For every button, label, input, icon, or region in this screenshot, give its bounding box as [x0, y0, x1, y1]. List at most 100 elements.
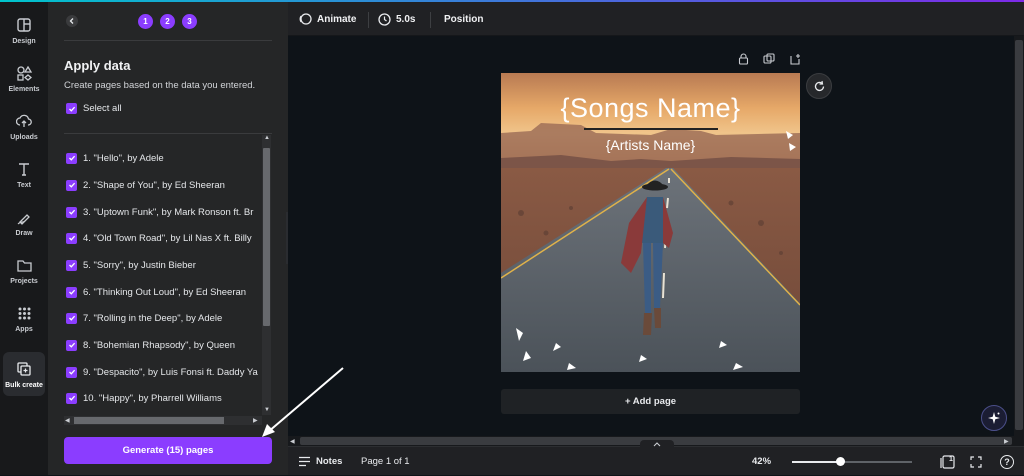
list-item[interactable]: 7. "Rolling in the Deep", by Adele: [66, 311, 262, 325]
fullscreen-icon: [970, 455, 982, 468]
position-button[interactable]: Position: [444, 2, 483, 36]
list-item-label: 7. "Rolling in the Deep", by Adele: [83, 312, 223, 324]
list-item-label: 9. "Despacito", by Luis Fonsi ft. Daddy …: [83, 366, 258, 378]
folder-icon: [14, 255, 34, 275]
checkbox-checked-icon: [66, 259, 77, 271]
animate-label: Animate: [317, 13, 357, 25]
checkbox-checked-icon: [66, 103, 77, 114]
position-label: Position: [444, 13, 484, 25]
animate-button[interactable]: Animate: [298, 2, 356, 36]
scroll-down-arrow-icon[interactable]: ▼: [264, 407, 270, 413]
list-item[interactable]: 1. "Hello", by Adele: [66, 151, 262, 165]
checkbox-checked-icon: [66, 392, 77, 404]
pages-count-icon: [940, 454, 955, 469]
step-1[interactable]: 1: [138, 14, 153, 29]
back-button[interactable]: [64, 13, 80, 29]
grid-icon: [14, 303, 34, 323]
songs-name-placeholder[interactable]: {Songs Name}: [501, 93, 800, 124]
notes-button[interactable]: Notes: [298, 447, 342, 476]
select-all-checkbox[interactable]: Select all: [66, 103, 122, 114]
duration-label: 5.0s: [396, 13, 416, 25]
layout-icon: [14, 15, 34, 35]
list-item-label: 10. "Happy", by Pharrell Williams: [83, 392, 222, 404]
animate-icon: [299, 13, 312, 25]
chevron-left-icon: [66, 15, 78, 27]
list-item[interactable]: 6. "Thinking Out Loud", by Ed Sheeran: [66, 285, 262, 299]
list-vertical-scroll-thumb[interactable]: [263, 148, 270, 326]
rail-item-design[interactable]: Design: [0, 8, 48, 52]
notes-label: Notes: [316, 456, 343, 467]
checkbox-checked-icon: [66, 152, 77, 164]
checkbox-checked-icon: [66, 232, 77, 244]
rail-item-draw[interactable]: Draw: [0, 200, 48, 244]
scroll-left-arrow-icon[interactable]: ◀: [290, 438, 295, 445]
scroll-right-arrow-icon[interactable]: ▶: [253, 417, 258, 424]
lock-icon[interactable]: [738, 53, 749, 65]
help-icon: ?: [1000, 454, 1014, 469]
pages-view-button[interactable]: 1: [940, 447, 956, 476]
step-3[interactable]: 3: [182, 14, 197, 29]
rail-label-apps: Apps: [15, 326, 33, 333]
refresh-icon: [814, 80, 824, 91]
checkbox-checked-icon: [66, 339, 77, 351]
list-item-label: 2. "Shape of You", by Ed Sheeran: [83, 179, 225, 191]
show-pages-button[interactable]: [640, 440, 674, 448]
artists-name-placeholder[interactable]: {Artists Name}: [501, 137, 800, 153]
rail-item-projects[interactable]: Projects: [0, 248, 48, 292]
toolbar-divider: [368, 12, 369, 28]
list-item[interactable]: 10. "Happy", by Pharrell Williams: [66, 391, 262, 405]
rail-label-bulk-create: Bulk create: [5, 382, 43, 389]
zoom-percentage[interactable]: 42%: [752, 447, 771, 476]
rail-item-uploads[interactable]: Uploads: [0, 104, 48, 148]
text-t-icon: [14, 159, 34, 179]
zoom-slider-fill: [792, 461, 840, 463]
scroll-up-arrow-icon[interactable]: ▲: [264, 135, 270, 141]
title-underline: [584, 128, 718, 130]
help-button[interactable]: ?: [1000, 447, 1014, 476]
rail-item-text[interactable]: Text: [0, 152, 48, 196]
list-item[interactable]: 9. "Despacito", by Luis Fonsi ft. Daddy …: [66, 365, 262, 379]
chevron-up-icon: [653, 441, 661, 446]
step-2[interactable]: 2: [160, 14, 175, 29]
checkbox-checked-icon: [66, 312, 77, 324]
duplicate-icon[interactable]: [763, 53, 775, 65]
rail-label-projects: Projects: [10, 278, 38, 285]
data-rows-list[interactable]: 1. "Hello", by Adele 2. "Shape of You", …: [64, 133, 272, 428]
rail-item-bulk-create[interactable]: Bulk create: [3, 352, 45, 396]
list-horizontal-scroll-thumb[interactable]: [74, 417, 224, 424]
list-item-label: 3. "Uptown Funk", by Mark Ronson ft. Br: [83, 206, 254, 218]
scroll-left-arrow-icon[interactable]: ◀: [65, 417, 70, 424]
design-page[interactable]: {Songs Name} {Artists Name}: [501, 73, 800, 372]
list-item[interactable]: 4. "Old Town Road", by Lil Nas X ft. Bil…: [66, 231, 262, 245]
checkbox-checked-icon: [66, 366, 77, 378]
panel-description: Create pages based on the data you enter…: [64, 80, 256, 91]
list-item[interactable]: 8. "Bohemian Rhapsody", by Queen: [66, 338, 262, 352]
generate-pages-button[interactable]: Generate (15) pages: [64, 437, 272, 464]
rail-label-draw: Draw: [15, 230, 33, 237]
fullscreen-button[interactable]: [970, 447, 982, 476]
list-item[interactable]: 2. "Shape of You", by Ed Sheeran: [66, 178, 262, 192]
rail-item-apps[interactable]: Apps: [0, 296, 48, 340]
duration-button[interactable]: 5.0s: [378, 2, 415, 36]
rail-label-uploads: Uploads: [10, 134, 38, 141]
canvas-vertical-scroll-thumb[interactable]: [1015, 40, 1023, 430]
list-item[interactable]: 5. "Sorry", by Justin Bieber: [66, 258, 262, 272]
cloud-upload-icon: [14, 111, 34, 131]
checkbox-checked-icon: [66, 286, 77, 298]
select-all-label: Select all: [83, 103, 122, 114]
page-indicator: Page 1 of 1: [361, 456, 410, 467]
clock-icon: [378, 12, 391, 26]
magic-assistant-button[interactable]: [981, 405, 1007, 431]
rail-label-text: Text: [17, 182, 31, 189]
scroll-right-arrow-icon[interactable]: ▶: [1004, 438, 1009, 445]
rail-label-design: Design: [12, 38, 36, 45]
add-page-button[interactable]: + Add page: [501, 389, 800, 414]
list-item[interactable]: 3. "Uptown Funk", by Mark Ronson ft. Br: [66, 205, 262, 219]
rail-item-elements[interactable]: Elements: [0, 56, 48, 100]
toolbar-divider: [430, 12, 431, 28]
zoom-slider-knob[interactable]: [836, 457, 845, 466]
refresh-button[interactable]: [806, 73, 832, 99]
bulk-create-icon: [14, 359, 34, 379]
list-item-label: 6. "Thinking Out Loud", by Ed Sheeran: [83, 286, 247, 298]
add-page-icon[interactable]: [789, 53, 801, 65]
